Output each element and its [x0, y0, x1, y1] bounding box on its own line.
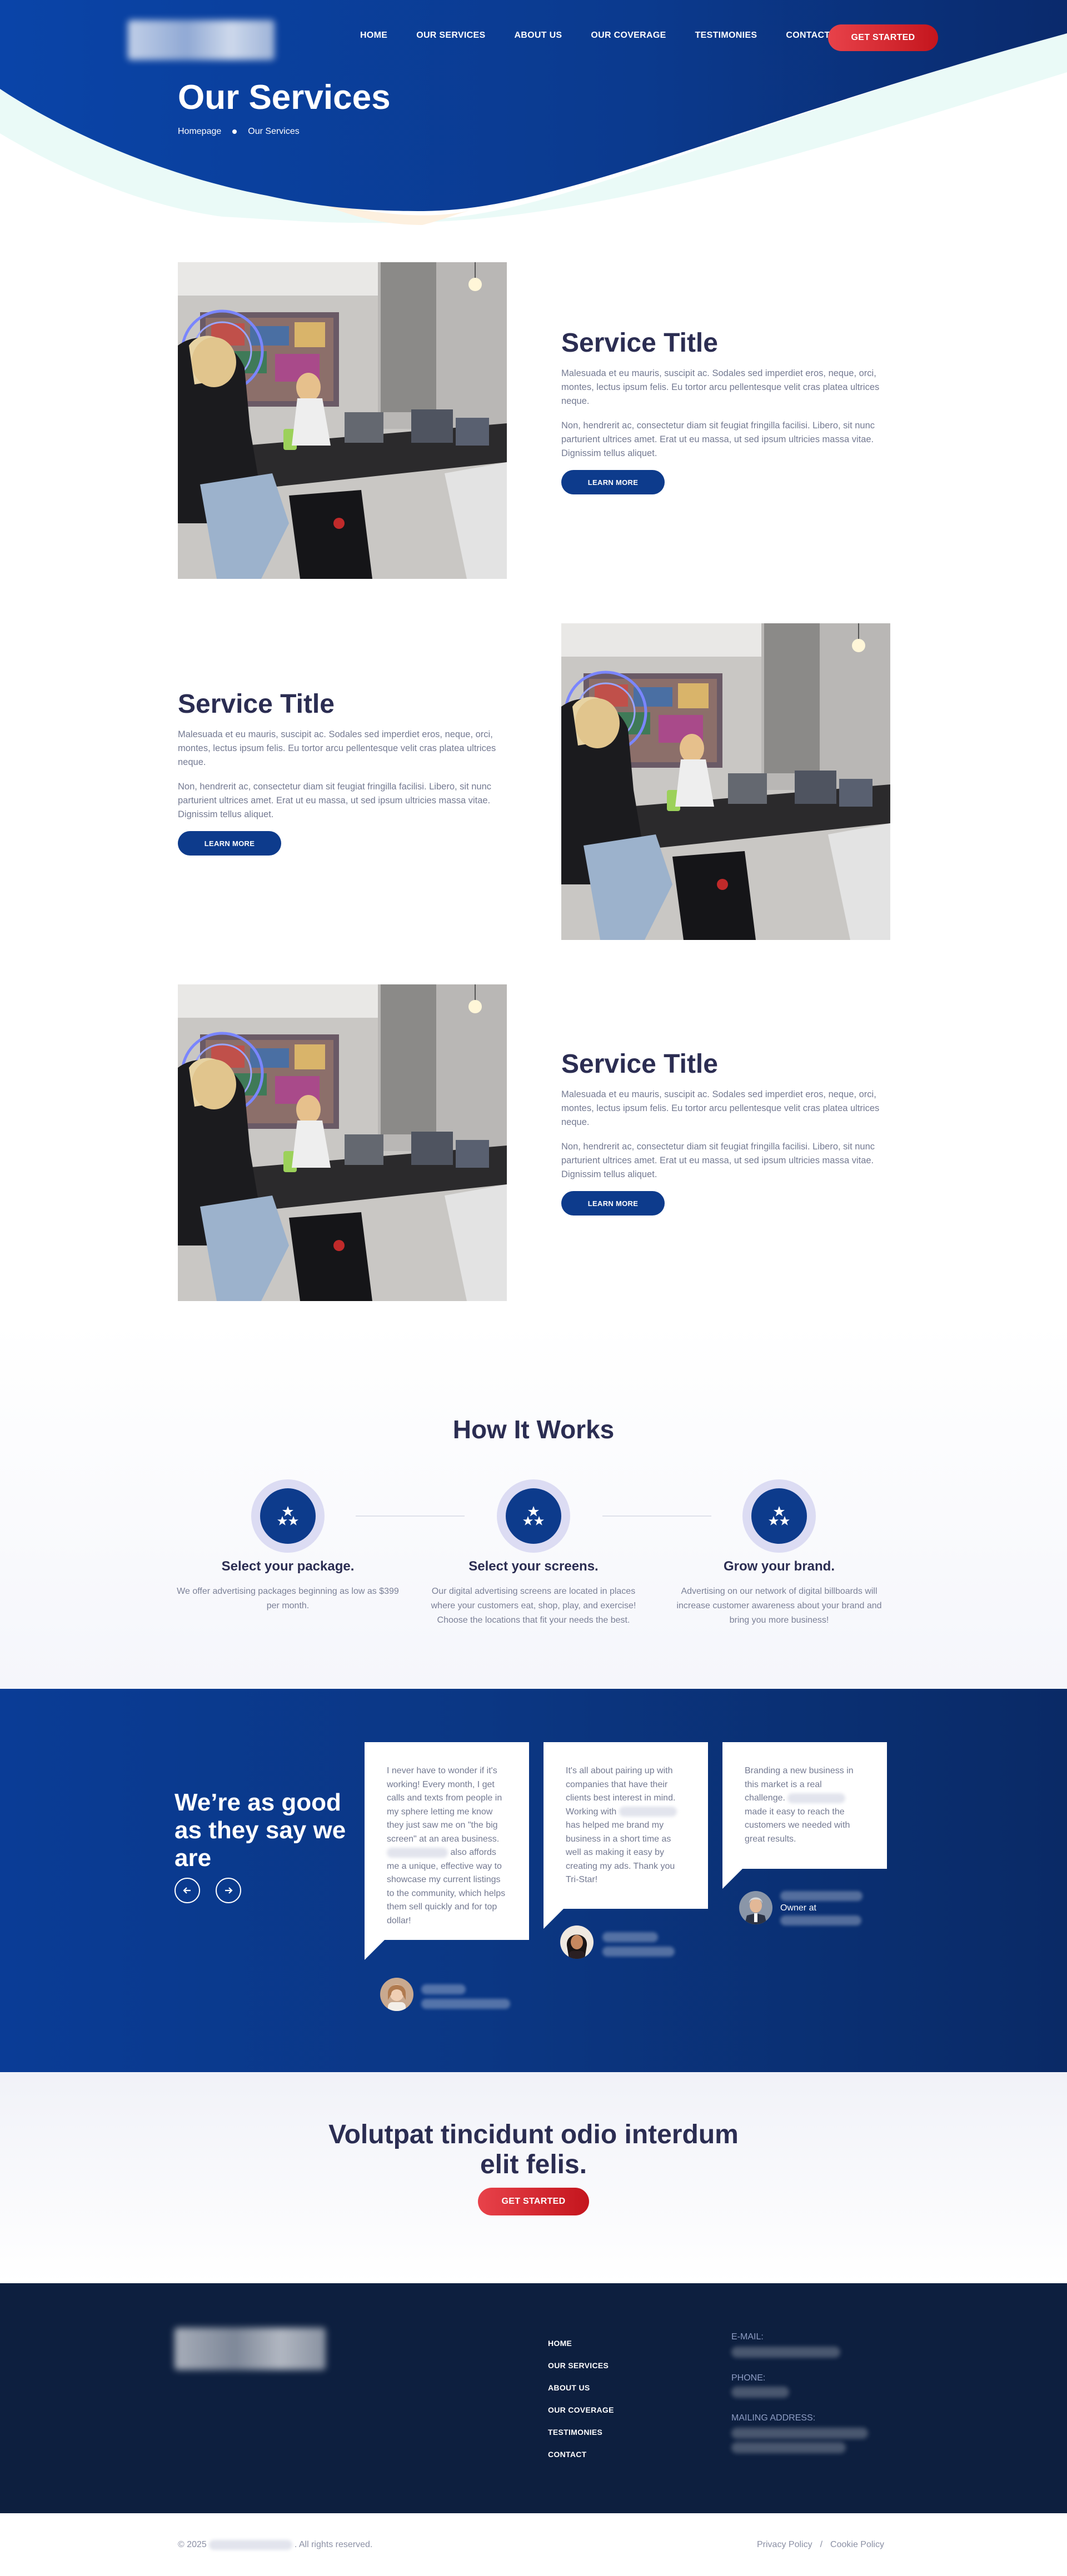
footer-address-label: MAILING ADDRESS: [731, 2413, 816, 2423]
footer-email-label: E-MAIL: [731, 2332, 764, 2342]
copyright-suffix: . All rights reserved. [294, 2540, 373, 2549]
testimonial-card-1: I never have to wonder if it's working! … [365, 1742, 529, 1940]
service-text-3b: Non, hendrerit ac, consectetur diam sit … [561, 1142, 875, 1179]
service-learn-more-button-2[interactable]: LEARN MORE [178, 831, 281, 856]
testimonial-card-1-tail [365, 1939, 386, 1960]
testimonial-text-1a: I never have to wonder if it's working! … [387, 1766, 502, 1844]
testimonial-text-2b: has helped me brand my business in a sho… [566, 1820, 675, 1884]
cta-title: Volutpat tincidunt odio interdum elit fe… [328, 2120, 739, 2179]
how-it-works-title: How It Works [452, 1415, 615, 1444]
nav-testimonies[interactable]: TESTIMONIES [695, 31, 757, 41]
breadcrumb-homepage[interactable]: Homepage [178, 127, 221, 137]
footer-phone-value[interactable] [731, 2387, 789, 2398]
service-text-2b: Non, hendrerit ac, consectetur diam sit … [178, 782, 492, 819]
nav-our-coverage[interactable]: OUR COVERAGE [591, 31, 666, 41]
service-text-1b: Non, hendrerit ac, consectetur diam sit … [561, 421, 875, 458]
testimonial-card-2: It's all about pairing up with companies… [544, 1742, 708, 1909]
footer-bottom-bar [0, 2513, 1067, 2576]
footer-logo[interactable] [174, 2328, 326, 2370]
service-learn-more-button-3[interactable]: LEARN MORE [561, 1191, 665, 1216]
site-logo[interactable] [128, 20, 275, 60]
redacted-company-name [208, 2540, 292, 2550]
arrow-left-icon [183, 1887, 191, 1894]
service-image-3 [178, 984, 507, 1301]
stars-icon [260, 1488, 316, 1544]
step-connector-2 [602, 1515, 711, 1517]
footer-link-contact[interactable]: CONTACT [548, 2450, 587, 2459]
redacted-company-name [787, 1793, 846, 1803]
breadcrumb: Homepage Our Services [178, 127, 300, 137]
step-connector-1 [356, 1515, 465, 1517]
nav-home[interactable]: HOME [360, 31, 387, 41]
testimonial-card-3-tail [722, 1868, 744, 1889]
cookie-policy-link[interactable]: Cookie Policy [830, 2540, 884, 2550]
testimonial-card-3: Branding a new business in this market i… [722, 1742, 887, 1869]
testimonial-avatar-1 [380, 1978, 413, 2011]
stars-icon [751, 1488, 807, 1544]
service-text-3a: Malesuada et eu mauris, suscipit ac. Sod… [561, 1089, 880, 1127]
nav-contact[interactable]: CONTACT [786, 31, 830, 41]
footer-link-testimonies[interactable]: TESTIMONIES [548, 2428, 602, 2437]
footer-link-about-us[interactable]: ABOUT US [548, 2383, 590, 2392]
testimonial-text-3b: made it easy to reach the customers we n… [745, 1807, 850, 1844]
testimonials-heading: We’re as good as they say we are [174, 1789, 346, 1872]
step-icon-ring-1 [251, 1479, 325, 1553]
service-image-1 [178, 262, 507, 579]
step-title-1: Select your package. [221, 1559, 355, 1574]
footer-email-value[interactable] [731, 2347, 840, 2358]
footer-phone-label: PHONE: [731, 2373, 766, 2383]
step-title-2: Select your screens. [468, 1559, 599, 1574]
breadcrumb-separator-icon [232, 129, 237, 134]
footer-link-our-services[interactable]: OUR SERVICES [548, 2361, 609, 2370]
testimonials-next-button[interactable] [216, 1878, 241, 1903]
service-text-2a: Malesuada et eu mauris, suscipit ac. Sod… [178, 729, 496, 767]
footer-address-line-2 [731, 2442, 846, 2453]
testimonial-avatar-2 [560, 1925, 594, 1959]
header-get-started-button[interactable]: GET STARTED [828, 24, 938, 51]
testimonial-avatar-3 [739, 1891, 772, 1924]
service-title-3: Service Title [561, 1049, 718, 1079]
footer-address-line-1 [731, 2428, 868, 2439]
testimonials-section [0, 1689, 1067, 2072]
privacy-policy-link[interactable]: Privacy Policy [757, 2540, 812, 2550]
arrow-right-icon [225, 1887, 233, 1894]
page-title: Our Services [178, 78, 391, 117]
step-icon-ring-2 [497, 1479, 570, 1553]
copyright-prefix: © 2025 [178, 2540, 207, 2549]
testimonial-owner-label: Owner at [780, 1903, 816, 1913]
step-text-1: We offer advertising packages beginning … [177, 1587, 399, 1610]
legal-links: Privacy Policy / Cookie Policy [757, 2540, 884, 2550]
service-title-1: Service Title [561, 328, 718, 358]
redacted-company-name [387, 1847, 448, 1858]
footer-link-home[interactable]: HOME [548, 2339, 572, 2348]
legal-separator: / [820, 2540, 823, 2549]
breadcrumb-current: Our Services [248, 127, 300, 136]
testimonial-text-1b: also affords me a unique, effective way … [387, 1848, 506, 1925]
site-footer [0, 2283, 1067, 2513]
stars-icon [506, 1488, 561, 1544]
service-text-1a: Malesuada et eu mauris, suscipit ac. Sod… [561, 368, 880, 406]
testimonial-author-2 [602, 1932, 675, 1957]
redacted-company-name [619, 1807, 677, 1817]
step-title-3: Grow your brand. [723, 1559, 835, 1574]
copyright: © 2025 . All rights reserved. [178, 2540, 372, 2550]
cta-get-started-button[interactable]: GET STARTED [478, 2188, 589, 2215]
footer-link-our-coverage[interactable]: OUR COVERAGE [548, 2405, 614, 2414]
testimonial-card-2-tail [544, 1908, 565, 1929]
main-nav: HOME OUR SERVICES ABOUT US OUR COVERAGE … [360, 24, 859, 47]
step-icon-ring-3 [742, 1479, 816, 1553]
nav-our-services[interactable]: OUR SERVICES [416, 31, 485, 41]
step-text-2: Our digital advertising screens are loca… [431, 1587, 636, 1625]
hero-section: HOME OUR SERVICES ABOUT US OUR COVERAGE … [0, 0, 1067, 233]
step-text-3: Advertising on our network of digital bi… [676, 1587, 882, 1625]
service-title-2: Service Title [178, 689, 335, 719]
service-image-2 [561, 623, 890, 940]
service-learn-more-button-1[interactable]: LEARN MORE [561, 470, 665, 494]
testimonial-author-3: Owner at [780, 1891, 862, 1925]
nav-about-us[interactable]: ABOUT US [514, 31, 562, 41]
testimonials-prev-button[interactable] [174, 1878, 200, 1903]
testimonial-author-1 [421, 1984, 510, 2009]
